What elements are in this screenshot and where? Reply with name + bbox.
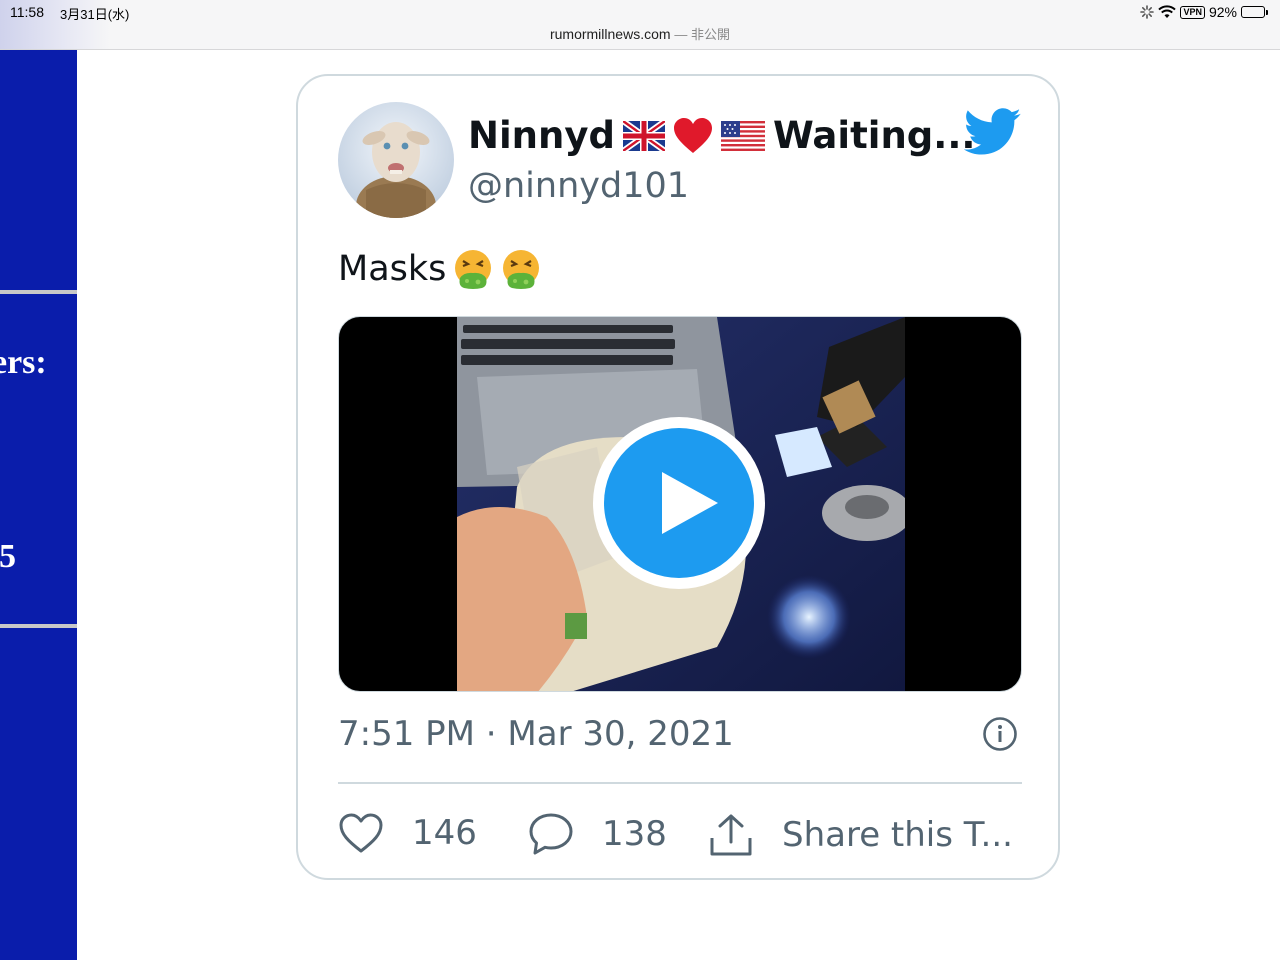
tweet-text: Masks	[338, 248, 542, 290]
sidebar-divider	[0, 624, 77, 628]
left-sidebar: ers: 05	[0, 50, 77, 960]
display-name[interactable]: Ninnyd Waiting...	[468, 114, 975, 157]
uk-flag-icon	[622, 120, 665, 151]
share-label: Share this T...	[782, 815, 1013, 855]
like-button[interactable]: 146	[338, 812, 477, 854]
tweet-card[interactable]: Ninnyd Waiting... @ninnyd101 Masks 7:51 …	[296, 74, 1060, 880]
reply-count: 138	[602, 814, 667, 854]
vpn-badge: VPN	[1180, 5, 1205, 19]
display-name-suffix: Waiting...	[772, 114, 976, 157]
wifi-icon	[1158, 5, 1177, 18]
sidebar-text-2: 05	[0, 538, 16, 575]
share-upload-icon	[710, 814, 752, 856]
reply-button[interactable]: 138	[528, 812, 667, 856]
tweet-timestamp[interactable]: 7:51 PM · Mar 30, 2021	[338, 714, 734, 754]
avatar[interactable]	[338, 102, 454, 218]
tweet-text-content: Masks	[338, 249, 447, 289]
vomiting-face-icon	[455, 250, 492, 289]
sidebar-divider	[0, 290, 77, 294]
reply-bubble-icon	[529, 813, 573, 855]
avatar-sheep-image	[338, 102, 454, 218]
play-icon	[604, 428, 754, 578]
play-button[interactable]	[593, 417, 765, 589]
address-bar[interactable]: rumormillnews.com — 非公開	[0, 24, 1280, 43]
info-icon[interactable]	[982, 716, 1018, 752]
battery-icon	[1241, 6, 1268, 18]
activity-spinner-icon	[1140, 5, 1155, 19]
share-button[interactable]: Share this T...	[708, 812, 1013, 858]
status-bar: 11:58 3月31日(水) VPN 92% rumormillnews.com…	[0, 0, 1280, 50]
status-time: 11:58	[10, 4, 44, 20]
status-indicators: VPN 92%	[1140, 2, 1268, 22]
display-name-text: Ninnyd	[468, 114, 615, 157]
like-count: 146	[412, 813, 477, 853]
battery-percent: 92%	[1208, 4, 1237, 20]
url-text: rumormillnews.com	[549, 26, 671, 42]
red-heart-icon	[673, 117, 712, 153]
user-handle[interactable]: @ninnyd101	[468, 166, 689, 206]
status-date: 3月31日(水)	[60, 7, 130, 22]
video-player[interactable]	[338, 316, 1022, 692]
heart-icon	[339, 813, 383, 853]
private-label: — 非公開	[674, 27, 731, 42]
us-flag-icon	[720, 120, 765, 151]
card-divider	[338, 782, 1022, 784]
twitter-bird-icon[interactable]	[964, 108, 1022, 156]
vomiting-face-icon	[503, 250, 540, 289]
sidebar-text-1: ers:	[0, 344, 47, 381]
